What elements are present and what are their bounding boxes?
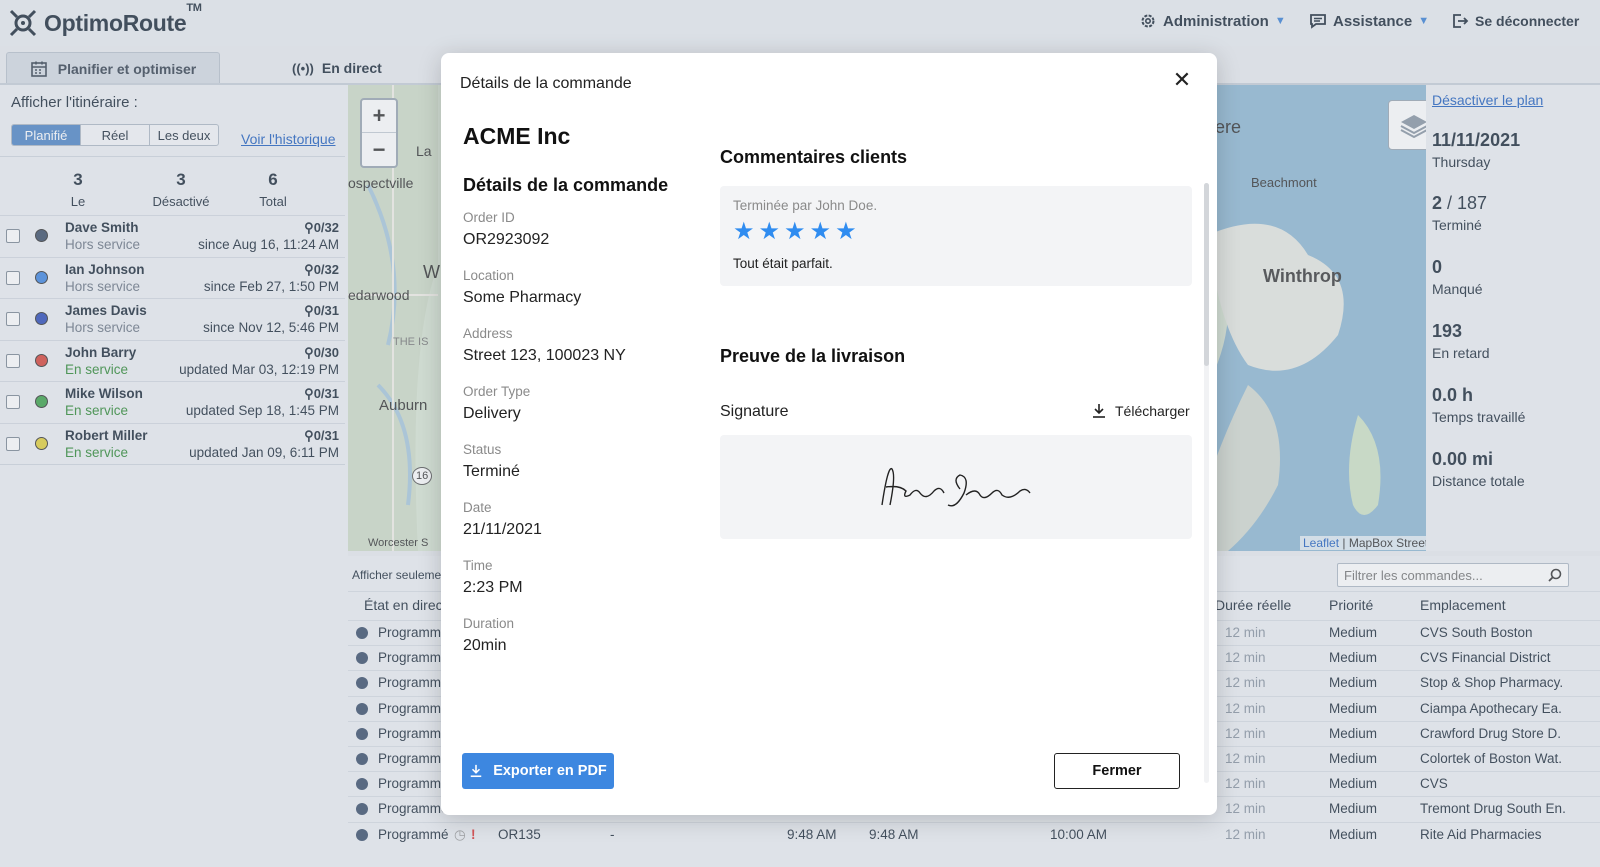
scrollbar-thumb[interactable] bbox=[1204, 183, 1209, 366]
order-field: Location Some Pharmacy bbox=[463, 268, 581, 307]
field-label: Duration bbox=[463, 616, 515, 631]
field-label: Status bbox=[463, 442, 502, 457]
export-pdf-label: Exporter en PDF bbox=[493, 763, 607, 779]
field-label: Time bbox=[463, 558, 493, 573]
proof-of-delivery-heading: Preuve de la livraison bbox=[720, 346, 906, 366]
download-label: Télécharger bbox=[1115, 403, 1190, 419]
download-button[interactable]: Télécharger bbox=[1091, 403, 1190, 419]
signature-label: Signature bbox=[720, 403, 789, 420]
order-field: Duration 20min bbox=[463, 616, 514, 655]
order-field: Time 2:23 PM bbox=[463, 558, 523, 597]
star-icon: ★ bbox=[809, 218, 832, 245]
customer-comments-heading: Commentaires clients bbox=[720, 147, 908, 167]
company-name: ACME Inc bbox=[463, 123, 571, 149]
close-button[interactable]: Fermer bbox=[1054, 753, 1180, 789]
field-label: Location bbox=[463, 268, 515, 283]
modal-title: Détails de la commande bbox=[460, 75, 632, 92]
download-icon bbox=[1093, 404, 1105, 418]
field-value: OR2923092 bbox=[463, 231, 550, 248]
export-pdf-button[interactable]: Exporter en PDF bbox=[462, 753, 614, 789]
order-field: Order ID OR2923092 bbox=[463, 210, 549, 249]
order-field: Address Street 123, 100023 NY bbox=[463, 326, 626, 365]
star-icon: ★ bbox=[733, 218, 755, 245]
field-label: Date bbox=[463, 500, 492, 515]
field-value: Delivery bbox=[463, 405, 521, 422]
star-icon: ★ bbox=[784, 218, 806, 245]
completed-by: Terminée par John Doe. bbox=[733, 198, 878, 213]
download-icon bbox=[470, 764, 482, 778]
order-field: Status Terminé bbox=[463, 442, 520, 481]
field-label: Order Type bbox=[463, 384, 531, 399]
order-field: Order Type Delivery bbox=[463, 384, 530, 423]
field-label: Order ID bbox=[463, 210, 515, 225]
order-details-modal: Détails de la commande ✕ ACME Inc Détail… bbox=[441, 53, 1217, 815]
field-label: Address bbox=[463, 326, 513, 341]
star-icon: ★ bbox=[758, 218, 781, 245]
field-value: Some Pharmacy bbox=[463, 289, 582, 306]
comment-card: Terminée par John Doe. ★ ★ ★ ★ ★ Tout était … bbox=[720, 186, 1192, 286]
star-rating: ★ ★ ★ ★ ★ bbox=[733, 220, 857, 244]
signature-image bbox=[881, 467, 1031, 507]
order-details-heading: Détails de la commande bbox=[463, 175, 669, 195]
field-value: Terminé bbox=[463, 463, 520, 480]
comment-text: Tout était parfait. bbox=[733, 256, 833, 271]
close-icon[interactable]: ✕ bbox=[1169, 67, 1195, 93]
field-value: 21/11/2021 bbox=[463, 521, 542, 538]
star-icon: ★ bbox=[835, 218, 857, 245]
field-value: 20min bbox=[463, 637, 507, 654]
field-value: 2:23 PM bbox=[463, 579, 523, 596]
signature-box bbox=[720, 435, 1192, 539]
order-field: Date 21/11/2021 bbox=[463, 500, 542, 539]
field-value: Street 123, 100023 NY bbox=[463, 347, 626, 364]
